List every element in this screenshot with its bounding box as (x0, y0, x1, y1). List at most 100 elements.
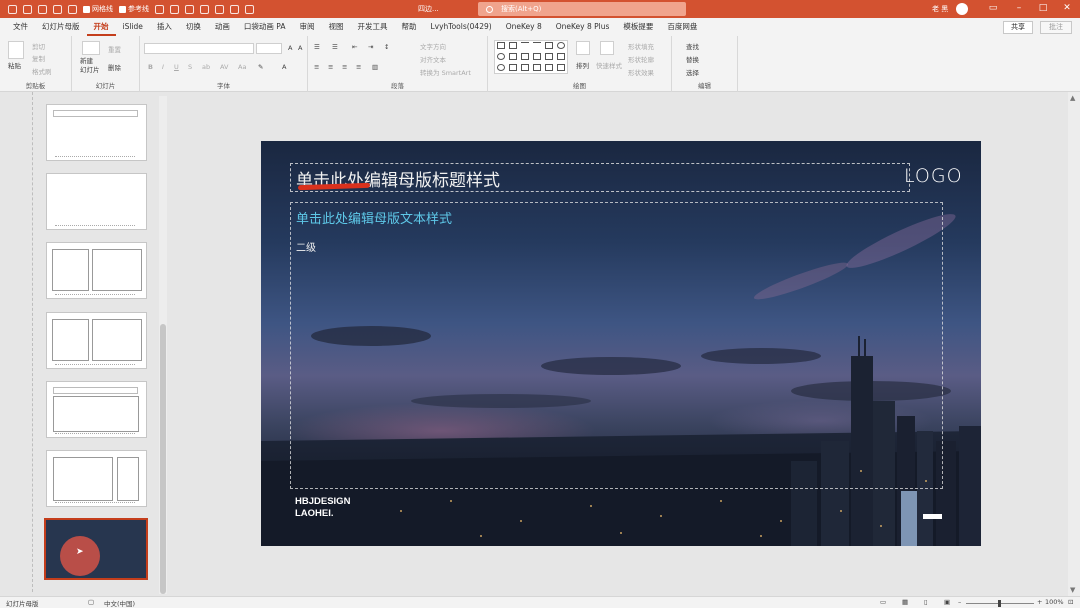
shape-outline-button[interactable]: 形状轮廓 (628, 54, 654, 64)
table-icon[interactable] (200, 4, 209, 14)
body-level2-text[interactable]: 二级 (296, 239, 316, 254)
autosave-icon[interactable] (8, 4, 17, 14)
sorter-view-icon[interactable]: ▦ (902, 598, 908, 606)
spacing-icon[interactable]: AV (220, 63, 228, 71)
zoom-out-icon[interactable]: – (958, 598, 961, 606)
tab-6[interactable]: 动画 (208, 18, 237, 36)
new-slide-button[interactable]: 新建 幻灯片 (80, 57, 100, 75)
align-text-button[interactable]: 对齐文本 (420, 54, 446, 64)
normal-view-icon[interactable]: ▭ (880, 598, 886, 606)
change-case-icon[interactable]: Aa (238, 63, 246, 71)
shape-bracket-icon[interactable] (533, 64, 541, 71)
scroll-thumb[interactable] (160, 324, 166, 594)
shape-darrow-icon[interactable] (557, 53, 565, 60)
arrange-icon[interactable] (576, 41, 590, 55)
quick-styles-button[interactable]: 快速样式 (596, 60, 622, 70)
close-icon[interactable]: ✕ (1062, 3, 1072, 13)
shape-vtextbox-icon[interactable] (509, 42, 517, 49)
avatar[interactable] (956, 3, 968, 15)
format-painter-icon[interactable] (68, 4, 77, 14)
canvas-scrollbar[interactable]: ▲ ▼ (1068, 92, 1080, 596)
zoom-in-icon[interactable]: + (1037, 598, 1042, 606)
strikethrough-icon[interactable]: ab (202, 63, 210, 71)
tab-8[interactable]: 审阅 (292, 18, 321, 36)
brand-text[interactable]: HBJDESIGN LAOHEI. (295, 496, 350, 520)
shape-brace-icon[interactable] (545, 64, 553, 71)
document-name[interactable]: 四边... (418, 4, 439, 14)
find-button[interactable]: 查找 (686, 41, 699, 51)
camera-icon[interactable] (185, 4, 194, 14)
shape-star-icon[interactable] (497, 64, 505, 71)
cut-button[interactable]: 剪切 (32, 41, 45, 51)
maximize-icon[interactable]: □ (1038, 3, 1048, 13)
shape-oval-icon[interactable] (557, 42, 565, 49)
logo-text[interactable]: LOGO (904, 165, 963, 187)
thumbnail-scrollbar[interactable] (159, 96, 167, 594)
font-name-select[interactable] (144, 43, 254, 54)
align-left-icon[interactable]: ≡ (314, 63, 319, 71)
shape-effects-button[interactable]: 形状效果 (628, 67, 654, 77)
tab-9[interactable]: 视图 (321, 18, 350, 36)
align-right-icon[interactable]: ≡ (342, 63, 347, 71)
text-direction-button[interactable]: 文字方向 (420, 41, 446, 51)
font-size-select[interactable] (256, 43, 282, 54)
shadow-icon[interactable]: S (188, 63, 192, 71)
slide-thumbnail[interactable] (46, 450, 147, 507)
paste-icon[interactable] (8, 41, 24, 59)
arrange-button[interactable]: 排列 (576, 60, 589, 70)
shape-triangle-icon[interactable] (509, 53, 517, 60)
shape-icon[interactable] (155, 4, 164, 14)
bullets-icon[interactable]: ☰ (314, 43, 320, 51)
zoom-level[interactable]: 100% (1045, 598, 1064, 606)
tab-12[interactable]: LvyhTools(0429) (423, 18, 498, 36)
tab-1[interactable]: 幻灯片母版 (35, 18, 87, 36)
shape-curve-icon[interactable] (509, 64, 517, 71)
delete-button[interactable]: 删除 (108, 62, 121, 72)
slideshow-icon[interactable]: ▣ (944, 598, 950, 606)
minimize-icon[interactable]: – (1014, 3, 1024, 13)
grow-font-icon[interactable]: A (288, 44, 292, 52)
smartart-button[interactable]: 转换为 SmartArt (420, 67, 471, 77)
numbering-icon[interactable]: ☰ (332, 43, 338, 51)
tab-15[interactable]: 模板提要 (616, 18, 660, 36)
user-name[interactable]: 老 黑 (932, 4, 948, 14)
tab-11[interactable]: 帮助 (394, 18, 423, 36)
tab-3[interactable]: iSlide (116, 18, 150, 36)
gridlines-checkbox[interactable]: 网格线 (83, 4, 113, 14)
bold-icon[interactable]: B (148, 63, 153, 71)
slide-thumbnail-selected[interactable] (44, 518, 148, 580)
tab-14[interactable]: OneKey 8 Plus (549, 18, 617, 36)
share-button[interactable]: 共享 (1003, 21, 1033, 34)
tab-5[interactable]: 切换 (179, 18, 208, 36)
line-spacing-icon[interactable]: ↕ (384, 43, 389, 51)
tab-2[interactable]: 开始 (86, 18, 116, 36)
highlight-icon[interactable]: ✎ (258, 63, 263, 71)
zoom-slider-knob[interactable] (998, 600, 1001, 607)
shape-fill-button[interactable]: 形状填充 (628, 41, 654, 51)
slide-thumbnail[interactable] (46, 381, 147, 438)
shape-connector-icon[interactable] (533, 53, 541, 60)
slide-thumbnail[interactable] (46, 173, 147, 230)
shape-textbox-icon[interactable] (497, 42, 505, 49)
increase-indent-icon[interactable]: ⇥ (368, 43, 373, 51)
scroll-down-icon[interactable]: ▼ (1070, 586, 1075, 594)
replace-button[interactable]: 替换 (686, 54, 699, 64)
quick-styles-icon[interactable] (600, 41, 614, 55)
format-painter-button[interactable]: 格式刷 (32, 66, 52, 76)
body-level1-text[interactable]: 单击此处编辑母版文本样式 (296, 208, 452, 227)
shape-more-icon[interactable] (557, 64, 565, 71)
shape-freeform-icon[interactable] (521, 64, 529, 71)
fit-slide-icon[interactable]: ⊡ (1068, 598, 1073, 606)
paste-button[interactable]: 粘贴 (8, 60, 21, 70)
guides-checkbox[interactable]: 参考线 (119, 4, 149, 14)
record-icon[interactable] (170, 4, 179, 14)
accessibility-icon[interactable]: ▢ (88, 598, 94, 606)
reading-view-icon[interactable]: ▯ (924, 598, 928, 606)
decrease-indent-icon[interactable]: ⇤ (352, 43, 357, 51)
save-icon[interactable] (23, 4, 32, 14)
scroll-up-icon[interactable]: ▲ (1070, 94, 1075, 102)
underline-icon[interactable]: U (174, 63, 179, 71)
shape-line-icon[interactable] (521, 42, 529, 49)
customize-icon[interactable] (245, 4, 254, 14)
chart-icon[interactable] (215, 4, 224, 14)
